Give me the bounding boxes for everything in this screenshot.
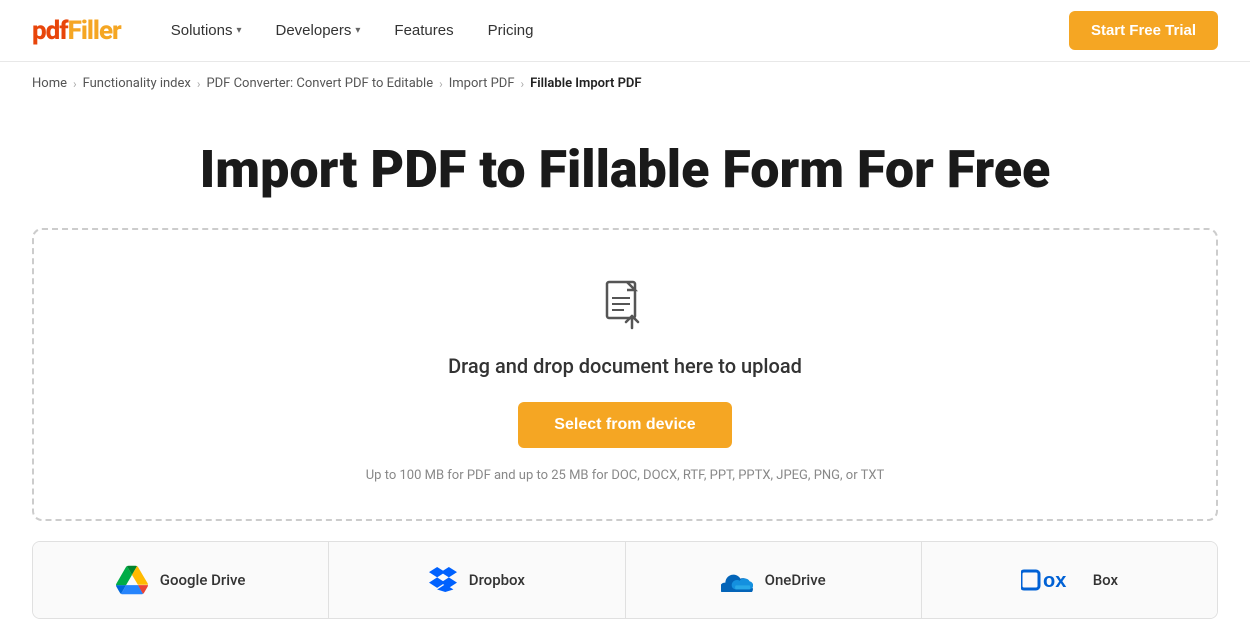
breadcrumb-sep-2: › [197, 77, 201, 91]
breadcrumb-converter[interactable]: PDF Converter: Convert PDF to Editable [206, 76, 433, 91]
upload-section: Drag and drop document here to upload Se… [0, 228, 1250, 541]
google-drive-label: Google Drive [160, 571, 246, 589]
select-from-device-button[interactable]: Select from device [518, 402, 731, 448]
google-drive-icon [116, 564, 148, 596]
breadcrumb-functionality[interactable]: Functionality index [83, 76, 191, 91]
svg-text:ox: ox [1043, 570, 1066, 592]
upload-icon [54, 278, 1196, 338]
dropbox-option[interactable]: Dropbox [329, 542, 625, 618]
nav-developers[interactable]: Developers ▾ [262, 14, 375, 47]
chevron-down-icon: ▾ [355, 25, 360, 36]
upload-hint: Up to 100 MB for PDF and up to 25 MB for… [54, 468, 1196, 483]
dropbox-label: Dropbox [469, 571, 525, 589]
start-free-trial-button[interactable]: Start Free Trial [1069, 11, 1218, 50]
nav-solutions[interactable]: Solutions ▾ [157, 14, 256, 47]
onedrive-label: OneDrive [765, 571, 826, 589]
dropbox-icon [429, 566, 457, 594]
box-icon: ox [1021, 567, 1081, 593]
nav-links: Solutions ▾ Developers ▾ Features Pricin… [157, 14, 1069, 47]
page-title: Import PDF to Fillable Form For Free [20, 141, 1230, 198]
navbar: pdfFiller Solutions ▾ Developers ▾ Featu… [0, 0, 1250, 62]
nav-pricing[interactable]: Pricing [474, 14, 548, 47]
breadcrumb-import-pdf[interactable]: Import PDF [449, 76, 515, 91]
onedrive-option[interactable]: OneDrive [626, 542, 922, 618]
breadcrumb-sep-1: › [73, 77, 77, 91]
upload-dropzone[interactable]: Drag and drop document here to upload Se… [32, 228, 1218, 521]
breadcrumb-sep-4: › [521, 77, 525, 91]
logo-filler: Filler [68, 16, 121, 46]
breadcrumb-sep-3: › [439, 77, 443, 91]
box-label: Box [1093, 571, 1118, 589]
onedrive-icon [721, 568, 753, 592]
breadcrumb-current: Fillable Import PDF [530, 76, 641, 91]
chevron-down-icon: ▾ [236, 25, 241, 36]
cloud-services: Google Drive Dropbox OneDrive ox Box [32, 541, 1218, 619]
drag-drop-text: Drag and drop document here to upload [54, 354, 1196, 378]
logo[interactable]: pdfFiller [32, 16, 121, 46]
google-drive-option[interactable]: Google Drive [33, 542, 329, 618]
hero-section: Import PDF to Fillable Form For Free [0, 105, 1250, 228]
box-option[interactable]: ox Box [922, 542, 1217, 618]
logo-pdf: pdf [32, 16, 68, 46]
breadcrumb-home[interactable]: Home [32, 76, 67, 91]
nav-features[interactable]: Features [380, 14, 467, 47]
breadcrumb: Home › Functionality index › PDF Convert… [0, 62, 1250, 105]
